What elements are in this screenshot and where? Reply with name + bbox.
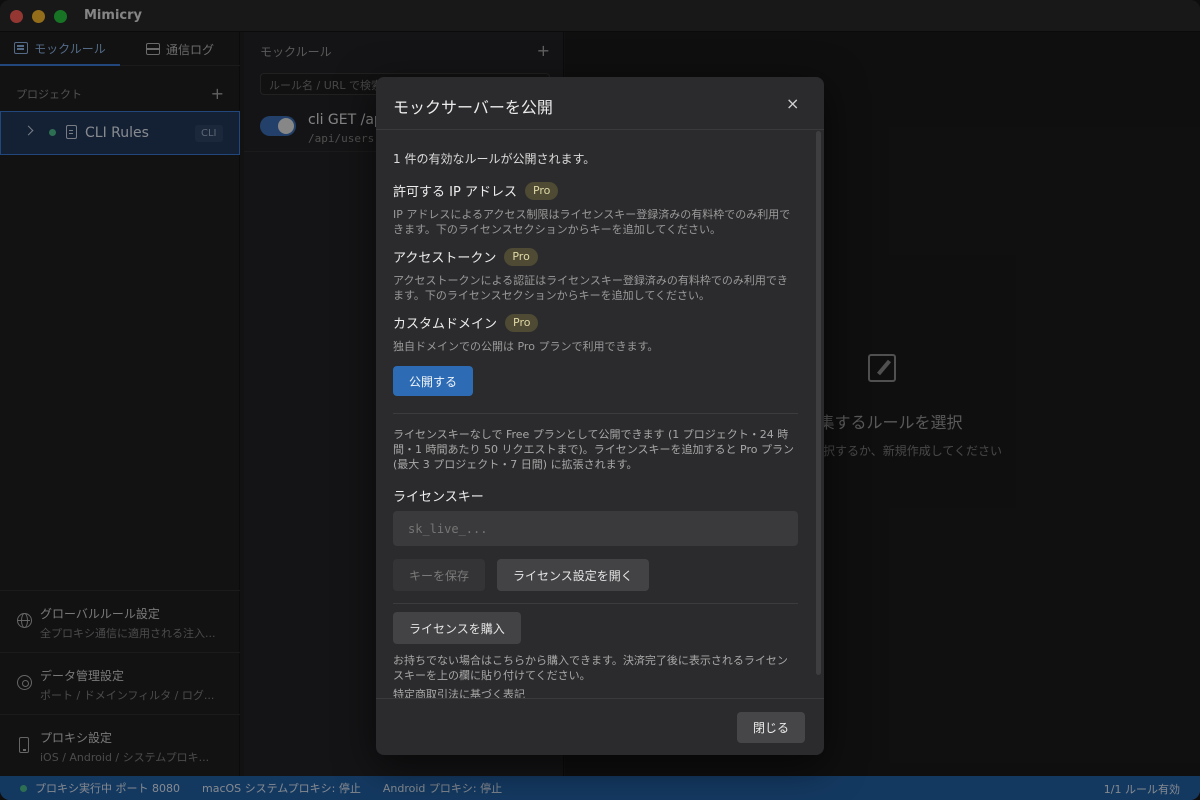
legal-notice-link[interactable]: 特定商取引法に基づく表記	[393, 687, 798, 698]
divider	[393, 413, 798, 414]
ip-desc-line: きます。下のライセンスセクションからキーを追加してください。	[393, 223, 722, 236]
ip-section-description: IP アドレスによるアクセス制限はライセンスキー登録済みの有料枠でのみ利用で き…	[393, 207, 798, 237]
license-key-label: ライセンスキー	[393, 490, 484, 505]
buy-note-line: スキーを上の欄に貼り付けてください。	[393, 669, 591, 682]
license-key-input[interactable]	[393, 511, 798, 546]
buy-license-note: お持ちでない場合はこちらから購入できます。決済完了後に表示されるライセン スキー…	[393, 653, 798, 683]
publish-summary: 1 件の有効なルールが公開されます。	[393, 152, 596, 166]
token-section-description: アクセストークンによる認証はライセンスキー登録済みの有料枠でのみ利用でき ます。…	[393, 273, 798, 303]
domain-section-label: カスタムドメイン	[393, 317, 498, 332]
modal-title: モックサーバーを公開	[393, 98, 553, 117]
pro-badge: Pro	[524, 181, 559, 200]
pro-badge: Pro	[505, 313, 539, 332]
app-window: Mimicry モックルール 通信ログ プロジェクト + CLI Rules C…	[0, 0, 1200, 800]
free-note-line: 間・1 時間あたり 50 リクエストまで)。ライセンスキーを追加すると Pro …	[393, 443, 794, 456]
divider	[393, 603, 798, 604]
token-desc-line: ます。下のライセンスセクションからキーを追加してください。	[393, 289, 711, 302]
modal-scrollbar[interactable]	[816, 131, 821, 675]
publish-button[interactable]: 公開する	[393, 366, 474, 396]
ip-section-label: 許可する IP アドレス	[393, 185, 517, 200]
domain-section-title: カスタムドメイン Pro	[393, 313, 539, 332]
free-plan-note: ライセンスキーなしで Free プランとして公開できます (1 プロジェクト・2…	[393, 427, 798, 472]
domain-section-description: 独自ドメインでの公開は Pro プランで利用できます。	[393, 340, 659, 353]
free-note-line: (最大 3 プロジェクト・7 日間) に拡張されます。	[393, 458, 638, 471]
token-desc-line: アクセストークンによる認証はライセンスキー登録済みの有料枠でのみ利用でき	[393, 274, 788, 287]
token-section-title: アクセストークン Pro	[393, 247, 538, 266]
modal-header: モックサーバーを公開 ×	[376, 77, 824, 130]
free-note-line: ライセンスキーなしで Free プランとして公開できます (1 プロジェクト・2…	[393, 428, 789, 441]
close-icon[interactable]: ×	[786, 94, 799, 113]
modal-body: 1 件の有効なルールが公開されます。 許可する IP アドレス Pro IP ア…	[376, 130, 824, 698]
buy-note-line: お持ちでない場合はこちらから購入できます。決済完了後に表示されるライセン	[393, 654, 788, 667]
ip-desc-line: IP アドレスによるアクセス制限はライセンスキー登録済みの有料枠でのみ利用で	[393, 208, 791, 221]
buy-license-button[interactable]: ライセンスを購入	[393, 612, 521, 644]
save-key-button[interactable]: キーを保存	[393, 559, 486, 591]
ip-section-title: 許可する IP アドレス Pro	[393, 181, 559, 200]
token-section-label: アクセストークン	[393, 251, 497, 266]
close-button[interactable]: 閉じる	[737, 712, 806, 743]
open-license-settings-button[interactable]: ライセンス設定を開く	[497, 559, 649, 591]
modal-footer: 閉じる	[376, 698, 824, 755]
publish-modal: モックサーバーを公開 × 1 件の有効なルールが公開されます。 許可する IP …	[376, 77, 824, 755]
pro-badge: Pro	[504, 247, 538, 266]
